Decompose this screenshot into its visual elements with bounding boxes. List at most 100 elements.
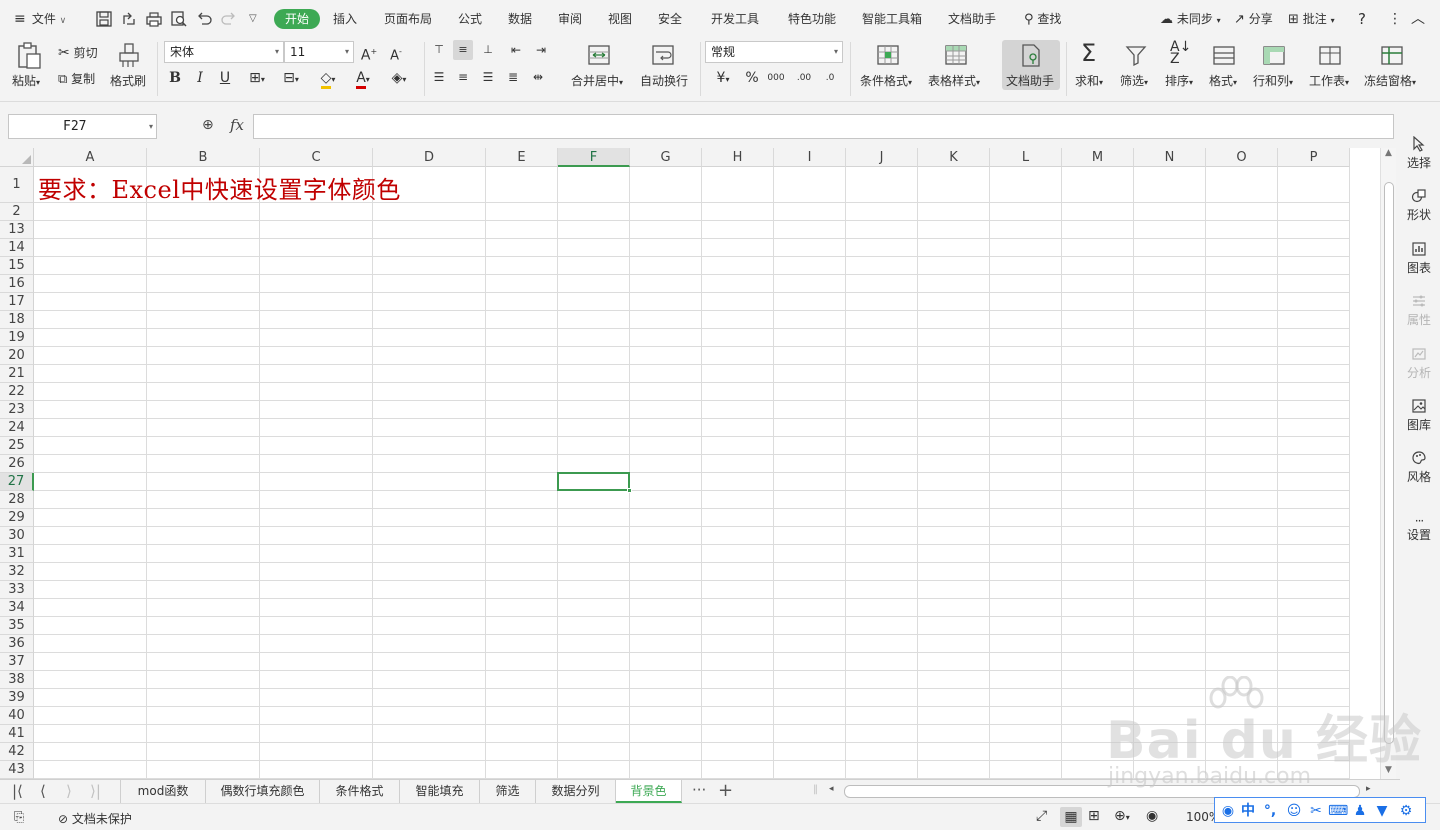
tab-data[interactable]: 数据 <box>508 8 532 30</box>
name-box[interactable]: F27 ▾ <box>8 114 157 139</box>
table-style-icon[interactable] <box>944 43 968 67</box>
merge-center-icon[interactable] <box>587 43 611 67</box>
vertical-scroll-thumb[interactable] <box>1384 182 1394 744</box>
normal-view-button[interactable]: ▦ <box>1060 807 1082 827</box>
italic-icon[interactable]: I <box>190 68 210 88</box>
row-header[interactable]: 13 <box>0 221 34 239</box>
sheet-tab-active[interactable]: 背景色 <box>616 780 682 803</box>
side-style-button[interactable]: 风格 <box>1398 450 1440 485</box>
row-header[interactable]: 26 <box>0 455 34 473</box>
row-header[interactable]: 38 <box>0 671 34 689</box>
print-icon[interactable] <box>145 10 163 28</box>
redo-icon[interactable] <box>220 10 238 28</box>
number-format-select[interactable]: 常规 ▾ <box>705 41 843 63</box>
freeze-panes-button[interactable]: 冻结窗格▾ <box>1364 72 1416 89</box>
conditional-format-button[interactable]: 条件格式▾ <box>860 72 912 89</box>
row-header[interactable]: 14 <box>0 239 34 257</box>
row-header[interactable]: 28 <box>0 491 34 509</box>
row-header[interactable]: 31 <box>0 545 34 563</box>
freeze-panes-icon[interactable] <box>1380 43 1404 67</box>
wrap-text-label[interactable]: 自动换行 <box>640 72 688 89</box>
ime-lang-toggle[interactable]: 中 <box>1238 801 1258 821</box>
tab-security[interactable]: 安全 <box>658 8 682 30</box>
ime-logo-icon[interactable]: ◉ <box>1218 801 1238 821</box>
row-header[interactable]: 34 <box>0 599 34 617</box>
side-shape-button[interactable]: 形状 <box>1398 188 1440 223</box>
paste-button[interactable]: 粘贴▾ <box>12 72 40 89</box>
underline-icon[interactable]: U <box>215 68 235 88</box>
tab-special-features[interactable]: 特色功能 <box>788 8 836 30</box>
row-header[interactable]: 43 <box>0 761 34 779</box>
align-center-icon[interactable]: ≡ <box>453 67 473 87</box>
tab-insert[interactable]: 插入 <box>333 8 357 30</box>
column-header[interactable]: M <box>1062 148 1134 167</box>
bold-icon[interactable]: B <box>165 68 185 88</box>
zoom-formula-icon[interactable]: ⊕ <box>202 117 214 133</box>
copy-button[interactable]: ⧉ 复制 <box>58 70 95 87</box>
table-style-button[interactable]: 表格样式▾ <box>928 72 980 89</box>
distribute-icon[interactable]: ⇹ <box>528 67 548 87</box>
decrease-decimal-icon[interactable]: .0 <box>820 68 840 88</box>
protect-status[interactable]: ⊘ 文档未保护 <box>58 810 132 827</box>
filter-button[interactable]: 筛选▾ <box>1120 72 1148 89</box>
file-menu[interactable]: ≡ 文件 ∨ <box>14 8 66 30</box>
row-header[interactable]: 19 <box>0 329 34 347</box>
sheet-tab[interactable]: 数据分列 <box>536 780 616 803</box>
font-color-icon[interactable]: A▾ <box>348 68 378 89</box>
format-icon[interactable] <box>1212 43 1236 67</box>
merge-center-button[interactable]: 合并居中▾ <box>571 72 623 89</box>
column-header[interactable]: A <box>34 148 147 167</box>
side-analysis-button[interactable]: 分析 <box>1398 346 1440 381</box>
tab-doc-helper[interactable]: 文档助手 <box>948 8 996 30</box>
format-painter-icon[interactable] <box>118 42 140 68</box>
tab-formulas[interactable]: 公式 <box>458 8 482 30</box>
clear-icon[interactable]: ◈▾ <box>384 68 414 88</box>
tab-smart-toolbox[interactable]: 智能工具箱 <box>862 8 922 30</box>
cut-button[interactable]: ✂ 剪切 <box>58 44 98 61</box>
tab-page-layout[interactable]: 页面布局 <box>384 8 432 30</box>
select-all-corner[interactable] <box>0 148 34 167</box>
row-header[interactable]: 1 <box>0 167 34 203</box>
undo-icon[interactable] <box>195 10 213 28</box>
conditional-format-icon[interactable] <box>876 43 900 67</box>
row-header[interactable]: 39 <box>0 689 34 707</box>
increase-indent-icon[interactable]: ⇥ <box>531 40 551 60</box>
row-header[interactable]: 41 <box>0 725 34 743</box>
ime-punct-icon[interactable]: °, <box>1260 801 1280 821</box>
fill-color-icon[interactable]: ◇▾ <box>313 68 343 89</box>
font-name-select[interactable]: 宋体 ▾ <box>164 41 284 63</box>
prev-sheet-icon[interactable]: ⟨ <box>40 782 46 800</box>
decrease-indent-icon[interactable]: ⇤ <box>506 40 526 60</box>
border-icon[interactable]: ⊞▾ <box>242 68 272 88</box>
row-header[interactable]: 22 <box>0 383 34 401</box>
ime-emoji-icon[interactable]: ☺ <box>1284 801 1304 821</box>
tab-review[interactable]: 审阅 <box>558 8 582 30</box>
rows-columns-button[interactable]: 行和列▾ <box>1253 72 1293 89</box>
format-painter-label[interactable]: 格式刷 <box>110 72 146 89</box>
row-header[interactable]: 2 <box>0 203 34 221</box>
column-header[interactable]: L <box>990 148 1062 167</box>
side-properties-button[interactable]: 属性 <box>1398 293 1440 328</box>
search-button[interactable]: ⚲ 查找 <box>1024 8 1061 30</box>
worksheet-icon[interactable] <box>1318 43 1342 67</box>
paste-icon[interactable] <box>16 42 42 70</box>
cell-style-icon[interactable]: ⊟▾ <box>276 68 306 88</box>
format-button[interactable]: 格式▾ <box>1209 72 1237 89</box>
column-header[interactable]: F <box>558 148 630 167</box>
column-header[interactable]: G <box>630 148 702 167</box>
row-header[interactable]: 25 <box>0 437 34 455</box>
column-header[interactable]: O <box>1206 148 1278 167</box>
collapse-ribbon-icon[interactable]: ︿ <box>1411 8 1425 30</box>
row-header[interactable]: 21 <box>0 365 34 383</box>
tab-home[interactable]: 开始 <box>274 9 321 29</box>
formula-input[interactable] <box>253 114 1394 139</box>
sheet-tab[interactable]: 偶数行填充颜色 <box>206 780 320 803</box>
row-header[interactable]: 24 <box>0 419 34 437</box>
side-settings-button[interactable]: ··· 设置 <box>1398 515 1440 543</box>
fill-handle[interactable] <box>627 488 632 493</box>
row-header[interactable]: 23 <box>0 401 34 419</box>
increase-font-icon[interactable]: A+ <box>359 42 379 64</box>
vertical-scrollbar[interactable]: ▲ ▼ <box>1380 148 1396 779</box>
row-header[interactable]: 29 <box>0 509 34 527</box>
ime-tools-icon[interactable]: ✂ <box>1306 801 1326 821</box>
